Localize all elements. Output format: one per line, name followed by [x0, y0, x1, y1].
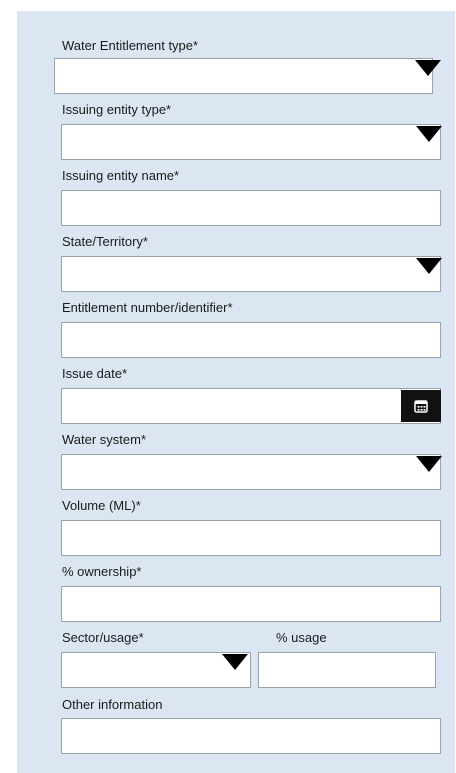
chevron-down-icon[interactable]	[416, 258, 442, 274]
calendar-button[interactable]	[401, 390, 441, 422]
volume-label: Volume (ML)*	[62, 498, 141, 513]
other-information-input[interactable]	[61, 718, 441, 754]
state-territory-select[interactable]	[61, 256, 441, 292]
water-system-label: Water system*	[62, 432, 147, 447]
calendar-icon	[414, 400, 428, 413]
issue-date-input[interactable]	[61, 388, 441, 424]
water-entitlement-type-select[interactable]	[54, 58, 433, 94]
other-information-label: Other information	[62, 697, 163, 712]
water-entitlement-type-label: Water Entitlement type*	[62, 38, 199, 53]
issuing-entity-name-label: Issuing entity name*	[62, 168, 180, 183]
chevron-down-icon[interactable]	[415, 60, 441, 76]
chevron-down-icon[interactable]	[416, 126, 442, 142]
volume-input[interactable]	[61, 520, 441, 556]
usage-percent-input[interactable]	[258, 652, 436, 688]
ownership-input[interactable]	[61, 586, 441, 622]
state-territory-label: State/Territory*	[62, 234, 148, 249]
usage-percent-label: % usage	[276, 630, 327, 645]
issuing-entity-name-input[interactable]	[61, 190, 441, 226]
entitlement-number-input[interactable]	[61, 322, 441, 358]
entitlement-number-label: Entitlement number/identifier*	[62, 300, 233, 315]
chevron-down-icon[interactable]	[416, 456, 442, 472]
issuing-entity-type-select[interactable]	[61, 124, 441, 160]
issue-date-label: Issue date*	[62, 366, 128, 381]
chevron-down-icon[interactable]	[222, 654, 248, 670]
sector-usage-label: Sector/usage*	[62, 630, 144, 645]
water-system-select[interactable]	[61, 454, 441, 490]
ownership-label: % ownership*	[62, 564, 142, 579]
issuing-entity-type-label: Issuing entity type*	[62, 102, 172, 117]
